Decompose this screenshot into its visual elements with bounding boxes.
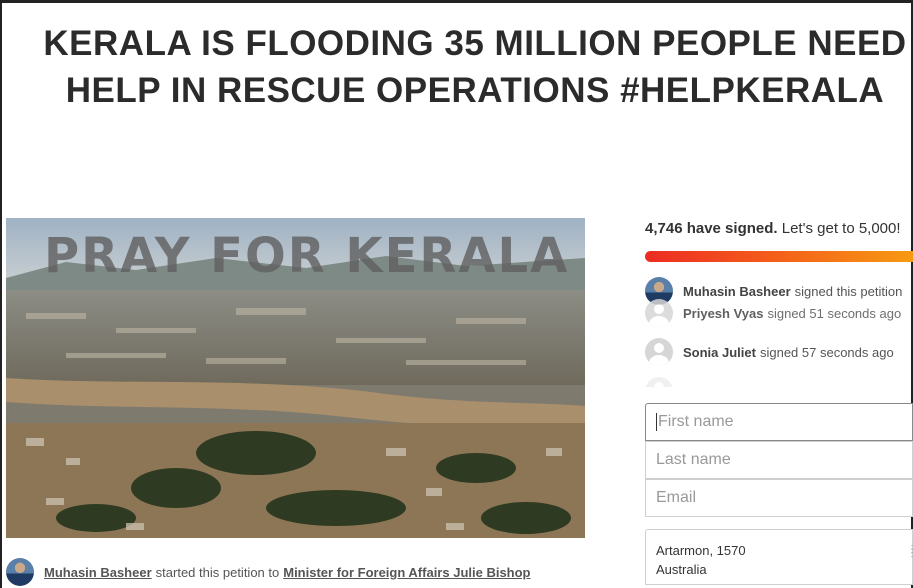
- signer-avatar: [645, 377, 673, 387]
- hero-image: PRAY FOR KERALA: [6, 218, 585, 538]
- signer-name: Priyesh Vyas: [683, 305, 764, 321]
- hero-overlay-text: PRAY FOR KERALA: [44, 228, 570, 284]
- address-line-1: Artarmon, 1570: [656, 543, 746, 558]
- signature-count-text: 4,746 have signed.: [645, 220, 778, 237]
- petition-starter: Muhasin Basheer started this petition to…: [6, 558, 531, 586]
- text-caret: [656, 413, 657, 431]
- signer-name: Muhasin Basheer: [683, 283, 791, 299]
- email-field[interactable]: Email: [645, 479, 913, 517]
- signer-name: Sonia Juliet: [683, 344, 756, 360]
- signer-item: Priyesh Vyas signed 51 seconds ago: [645, 299, 901, 327]
- address-field[interactable]: Artarmon, 1570 Australia ⋮ ⋮: [645, 529, 913, 585]
- email-placeholder: Email: [656, 489, 697, 506]
- signer-item: Sonia Juliet signed 57 seconds ago: [645, 338, 894, 366]
- signature-progress-bar: [645, 251, 913, 262]
- signer-item-partial: [645, 377, 683, 387]
- last-name-placeholder: Last name: [656, 451, 731, 468]
- address-line-2: Australia: [656, 562, 707, 577]
- first-name-field[interactable]: First name: [645, 403, 913, 441]
- signature-goal-text: Let's get to 5,000!: [781, 220, 901, 237]
- petition-title: KERALA IS FLOODING 35 MILLION PEOPLE NEE…: [43, 24, 907, 110]
- signer-action: signed 51 seconds ago: [767, 305, 902, 321]
- recent-signers-list: Muhasin Basheer signed this petition Pri…: [645, 273, 913, 387]
- starter-middle-text: started this petition to: [155, 564, 280, 580]
- drag-handle-icon[interactable]: ⋮ ⋮: [907, 545, 913, 559]
- signer-action: signed this petition: [794, 283, 903, 299]
- starter-avatar: [6, 558, 34, 586]
- first-name-placeholder: First name: [658, 413, 734, 430]
- starter-name-link[interactable]: Muhasin Basheer: [44, 565, 152, 580]
- signature-count: 4,746 have signed. Let's get to 5,000!: [645, 220, 901, 237]
- signer-avatar: [645, 299, 673, 327]
- last-name-field[interactable]: Last name: [645, 441, 913, 479]
- signer-action: signed 57 seconds ago: [759, 344, 894, 360]
- signer-avatar: [645, 338, 673, 366]
- petition-target-link[interactable]: Minister for Foreign Affairs Julie Bisho…: [283, 565, 530, 580]
